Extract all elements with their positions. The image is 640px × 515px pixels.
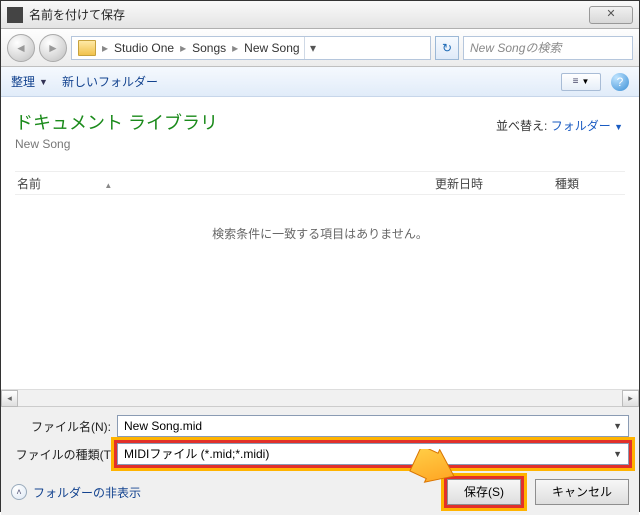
app-icon xyxy=(7,7,23,23)
chevron-right-icon: ▸ xyxy=(178,41,188,55)
sort-label: 並べ替え: xyxy=(496,119,547,133)
breadcrumb-item[interactable]: New Song xyxy=(240,41,303,55)
hide-folders-label: フォルダーの非表示 xyxy=(33,484,141,501)
chevron-down-icon[interactable]: ▼ xyxy=(613,444,622,464)
window-title: 名前を付けて保存 xyxy=(29,6,589,23)
horizontal-scrollbar[interactable]: ◂ ▸ xyxy=(1,389,639,406)
filetype-select[interactable]: MIDIファイル (*.mid;*.midi) ▼ xyxy=(117,443,629,465)
toolbar: 整理 ▼ 新しいフォルダー ≡ ▼ ? xyxy=(1,67,639,97)
filetype-value: MIDIファイル (*.mid;*.midi) xyxy=(124,444,269,464)
hide-folders-toggle[interactable]: ˄ フォルダーの非表示 xyxy=(11,484,141,501)
column-type[interactable]: 種類 xyxy=(555,175,625,192)
sort-indicator-icon: ▲ xyxy=(104,181,112,190)
content-area: ドキュメント ライブラリ New Song 並べ替え: フォルダー ▼ 名前 ▲… xyxy=(1,97,639,389)
navbar: ◄ ► ▸ Studio One ▸ Songs ▸ New Song ▾ ↻ … xyxy=(1,29,639,67)
cancel-button[interactable]: キャンセル xyxy=(535,479,629,505)
chevron-down-icon: ▼ xyxy=(39,77,48,87)
library-subheading: New Song xyxy=(15,137,625,151)
new-folder-label: 新しいフォルダー xyxy=(62,73,158,90)
column-name[interactable]: 名前 ▲ xyxy=(15,175,435,192)
folder-icon xyxy=(78,40,96,56)
empty-message: 検索条件に一致する項目はありません。 xyxy=(15,225,625,242)
save-dialog: 名前を付けて保存 ✕ ◄ ► ▸ Studio One ▸ Songs ▸ Ne… xyxy=(0,0,640,512)
bottom-panel: ファイル名(N): New Song.mid ▼ ファイルの種類(T MIDIフ… xyxy=(1,406,639,515)
view-options-button[interactable]: ≡ ▼ xyxy=(561,73,601,91)
filename-input[interactable]: New Song.mid ▼ xyxy=(117,415,629,437)
close-button[interactable]: ✕ xyxy=(589,6,633,24)
sort-control[interactable]: 並べ替え: フォルダー ▼ xyxy=(496,117,623,134)
filename-value: New Song.mid xyxy=(124,416,202,436)
chevron-down-icon: ▼ xyxy=(614,122,623,132)
forward-button[interactable]: ► xyxy=(39,34,67,62)
back-button[interactable]: ◄ xyxy=(7,34,35,62)
filename-label: ファイル名(N): xyxy=(11,418,111,435)
chevron-up-icon: ˄ xyxy=(11,484,27,500)
new-folder-button[interactable]: 新しいフォルダー xyxy=(62,73,158,90)
organize-label: 整理 xyxy=(11,73,35,90)
file-list-pane: ドキュメント ライブラリ New Song 並べ替え: フォルダー ▼ 名前 ▲… xyxy=(1,97,639,389)
sort-value[interactable]: フォルダー xyxy=(551,119,611,133)
search-input[interactable]: New Songの検索 xyxy=(463,36,633,60)
scroll-right-button[interactable]: ▸ xyxy=(622,390,639,407)
breadcrumb-dropdown[interactable]: ▾ xyxy=(304,37,322,59)
list-icon: ≡ xyxy=(573,76,579,87)
scroll-left-button[interactable]: ◂ xyxy=(1,390,18,407)
chevron-right-icon: ▸ xyxy=(230,41,240,55)
chevron-down-icon: ▼ xyxy=(581,77,589,86)
titlebar: 名前を付けて保存 ✕ xyxy=(1,1,639,29)
chevron-right-icon: ▸ xyxy=(100,41,110,55)
chevron-down-icon[interactable]: ▼ xyxy=(613,416,622,436)
column-headers[interactable]: 名前 ▲ 更新日時 種類 xyxy=(15,171,625,195)
refresh-button[interactable]: ↻ xyxy=(435,36,459,60)
column-date[interactable]: 更新日時 xyxy=(435,175,555,192)
breadcrumb-item[interactable]: Songs xyxy=(188,41,230,55)
filetype-label: ファイルの種類(T xyxy=(11,446,111,463)
help-icon[interactable]: ? xyxy=(611,73,629,91)
breadcrumb[interactable]: ▸ Studio One ▸ Songs ▸ New Song ▾ xyxy=(71,36,431,60)
organize-menu[interactable]: 整理 ▼ xyxy=(11,73,48,90)
breadcrumb-item[interactable]: Studio One xyxy=(110,41,178,55)
save-button[interactable]: 保存(S) xyxy=(447,479,521,505)
